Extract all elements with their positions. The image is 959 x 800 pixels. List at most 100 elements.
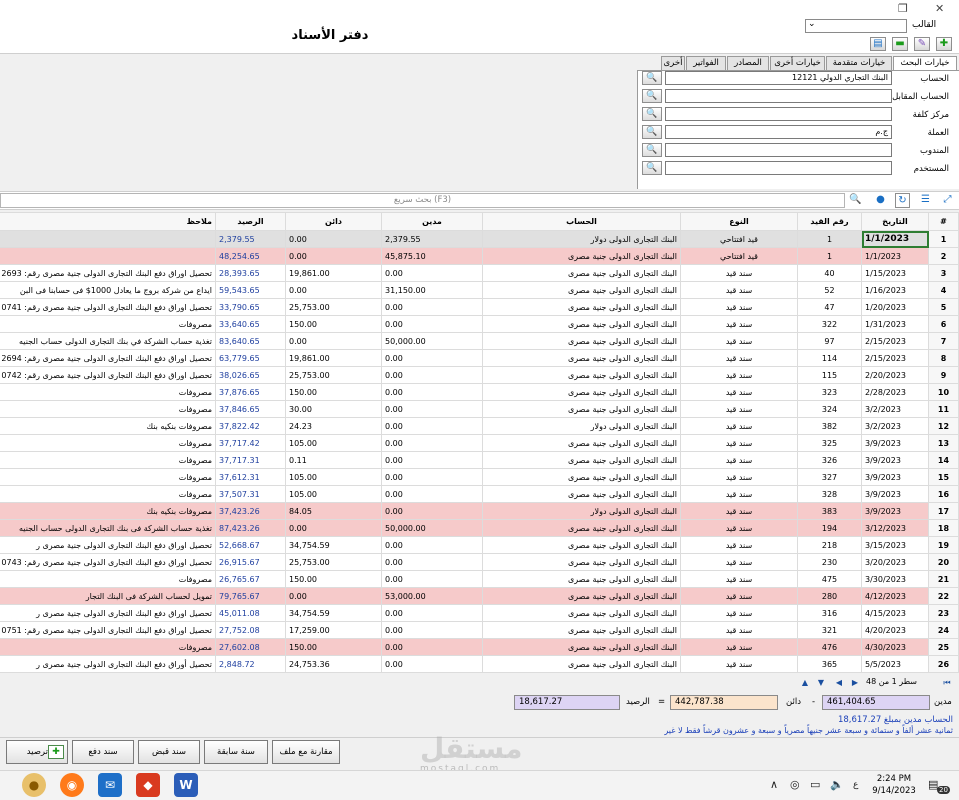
cell-notes[interactable]: مصروفات	[0, 570, 216, 588]
cell-account[interactable]: البنك التجارى الدولى جنية مصرى	[482, 536, 681, 554]
cell-entry[interactable]: 382	[797, 417, 862, 435]
cell-date[interactable]: 2/15/2023	[861, 332, 929, 350]
cell-entry[interactable]: 365	[797, 655, 862, 673]
close-window-icon[interactable]: ✕	[935, 2, 944, 15]
cell-credit[interactable]: 150.00	[285, 570, 382, 588]
mail-icon[interactable]: ✉	[98, 773, 122, 797]
cell-entry[interactable]: 218	[797, 536, 862, 554]
cell-account[interactable]: البنك التجارى الدولى جنية مصرى	[482, 519, 681, 537]
cell-notes[interactable]: تغذية حساب الشركة فى بنك التجارى	[0, 672, 216, 673]
cell-type[interactable]: سند قيد	[680, 553, 798, 571]
cell-entry[interactable]: 97	[797, 332, 862, 350]
table-row[interactable]: 17 3/9/2023 383 سند قيد البنك التجارى الدولى…	[0, 502, 959, 520]
cell-type[interactable]: سند قيد	[680, 485, 798, 503]
col-balance[interactable]: الرصيد	[215, 212, 286, 231]
cell-notes[interactable]: تحصيل اوراق دفع البنك التجارى الدولى جني…	[0, 298, 216, 316]
cell-type[interactable]: سند قيد	[680, 672, 798, 673]
cell-date[interactable]: 3/9/2023	[861, 485, 929, 503]
next-record-icon[interactable]: ◀	[832, 677, 846, 689]
table-row[interactable]: 13 3/9/2023 325 سند قيد البنك التجارى الدولى…	[0, 434, 959, 452]
cell-entry[interactable]: 115	[797, 366, 862, 384]
cell-notes[interactable]: مصروفات	[0, 315, 216, 333]
row-number[interactable]: 14	[928, 451, 959, 469]
cell-debit[interactable]: 0.00	[381, 315, 483, 333]
cell-balance[interactable]: 72,848.72	[215, 672, 286, 673]
row-number[interactable]: 11	[928, 400, 959, 418]
add-icon[interactable]: ✚	[936, 37, 952, 51]
cell-type[interactable]: سند قيد	[680, 400, 798, 418]
cell-debit[interactable]: 0.00	[381, 570, 483, 588]
row-number[interactable]: 16	[928, 485, 959, 503]
previous-year-button[interactable]: سنة سابقة	[204, 740, 268, 764]
cell-balance[interactable]: 45,011.08	[215, 604, 286, 622]
cell-balance[interactable]: 27,752.08	[215, 621, 286, 639]
cell-debit[interactable]: 0.00	[381, 366, 483, 384]
row-number[interactable]: 20	[928, 553, 959, 571]
cell-type[interactable]: سند قيد	[680, 604, 798, 622]
cell-date[interactable]: 3/15/2023	[861, 536, 929, 554]
cell-date[interactable]: 4/20/2023	[861, 621, 929, 639]
cell-entry[interactable]: 328	[797, 485, 862, 503]
network-icon[interactable]: ◎	[790, 778, 800, 791]
cell-date[interactable]: 3/2/2023	[861, 417, 929, 435]
table-row[interactable]: 5 1/20/2023 47 سند قيد البنك التجارى الدولى …	[0, 298, 959, 316]
search-icon[interactable]: 🔍	[642, 143, 662, 157]
cell-account[interactable]: البنك التجارى الدولى جنية مصرى	[482, 621, 681, 639]
cell-date[interactable]: 3/9/2023	[861, 468, 929, 486]
cell-date[interactable]: 4/12/2023	[861, 587, 929, 605]
cell-date[interactable]: 5/9/2023	[861, 672, 929, 673]
cell-type[interactable]: سند قيد	[680, 502, 798, 520]
cell-debit[interactable]: 0.00	[381, 502, 483, 520]
list-icon[interactable]: ☰	[918, 193, 933, 208]
cell-balance[interactable]: 26,915.67	[215, 553, 286, 571]
cell-account[interactable]: البنك التجارى الدولى جنية مصرى	[482, 434, 681, 452]
table-row[interactable]: 25 4/30/2023 476 سند قيد البنك التجارى الدول…	[0, 638, 959, 656]
cell-date[interactable]: 1/1/2023	[861, 247, 929, 265]
cell-debit[interactable]: 45,875.10	[381, 247, 483, 265]
search-icon[interactable]: 🔍	[642, 107, 662, 121]
row-number[interactable]: 18	[928, 519, 959, 537]
row-number[interactable]: 10	[928, 383, 959, 401]
cell-entry[interactable]: 323	[797, 383, 862, 401]
globe-icon[interactable]: ●	[873, 193, 888, 208]
cell-date[interactable]: 3/20/2023	[861, 553, 929, 571]
cell-account[interactable]: البنك التجارى الدولى جنية مصرى	[482, 672, 681, 673]
cell-notes[interactable]: مصروفات	[0, 434, 216, 452]
cell-date[interactable]: 1/15/2023	[861, 264, 929, 282]
cell-credit[interactable]: 19,861.00	[285, 264, 382, 282]
cell-balance[interactable]: 37,507.31	[215, 485, 286, 503]
cell-debit[interactable]: 0.00	[381, 638, 483, 656]
row-number[interactable]: 19	[928, 536, 959, 554]
cell-date[interactable]: 5/5/2023	[861, 655, 929, 673]
table-row[interactable]: 18 3/12/2023 194 سند قيد البنك التجارى الدول…	[0, 519, 959, 537]
cell-debit[interactable]: 0.00	[381, 655, 483, 673]
cell-account[interactable]: البنك التجارى الدولى جنية مصرى	[482, 247, 681, 265]
cell-debit[interactable]: 0.00	[381, 434, 483, 452]
cell-credit[interactable]: 0.00	[285, 230, 382, 248]
cell-credit[interactable]: 0.00	[285, 332, 382, 350]
cell-date[interactable]: 2/20/2023	[861, 366, 929, 384]
cell-entry[interactable]: 40	[797, 264, 862, 282]
cell-credit[interactable]: 25,753.00	[285, 553, 382, 571]
cell-notes[interactable]: تحصيل اوراق دفع البنك التجارى الدولى جني…	[0, 366, 216, 384]
cell-type[interactable]: سند قيد	[680, 621, 798, 639]
cell-account[interactable]: البنك التجارى الدولى جنية مصرى	[482, 638, 681, 656]
cell-notes[interactable]: تحصيل اوراق دفع البنك التجارى الدولى جني…	[0, 349, 216, 367]
cell-account[interactable]: البنك التجارى الدولى جنية مصرى	[482, 655, 681, 673]
cell-account[interactable]: البنك التجارى الدولى جنية مصرى	[482, 553, 681, 571]
cell-debit[interactable]: 0.00	[381, 400, 483, 418]
cell-type[interactable]: سند قيد	[680, 570, 798, 588]
cell-date[interactable]: 4/30/2023	[861, 638, 929, 656]
cell-type[interactable]: قيد افتتاحي	[680, 230, 798, 248]
cell-notes[interactable]: تحصيل اوراق دفع البنك التجارى الدولى جني…	[0, 604, 216, 622]
cell-balance[interactable]: 37,822.42	[215, 417, 286, 435]
cell-account[interactable]: البنك التجارى الدولى جنية مصرى	[482, 604, 681, 622]
row-number[interactable]: 25	[928, 638, 959, 656]
cell-account[interactable]: البنك التجارى الدولى جنية مصرى	[482, 468, 681, 486]
cell-credit[interactable]: 0.00	[285, 281, 382, 299]
cell-balance[interactable]: 37,423.26	[215, 502, 286, 520]
cell-entry[interactable]: 194	[797, 519, 862, 537]
tab-sources[interactable]: المصادر	[727, 56, 769, 70]
cell-date[interactable]: 1/20/2023	[861, 298, 929, 316]
cell-balance[interactable]: 26,765.67	[215, 570, 286, 588]
